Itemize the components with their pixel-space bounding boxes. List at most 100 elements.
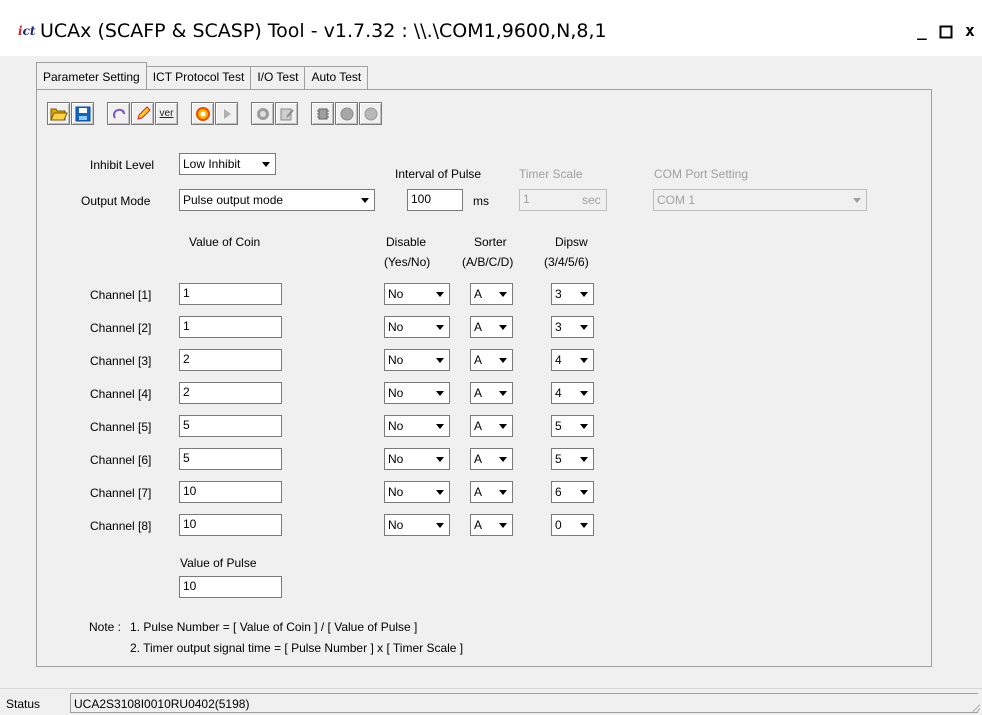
chevron-down-icon[interactable] (257, 155, 274, 173)
chevron-down-icon[interactable] (431, 384, 448, 402)
coin-value-input[interactable]: 2 (179, 382, 282, 404)
coin-value-input[interactable]: 10 (179, 481, 282, 503)
disable-select[interactable]: No (384, 283, 450, 305)
dipsw-select[interactable]: 3 (551, 316, 594, 338)
stop-button[interactable] (251, 102, 274, 125)
dipsw-select[interactable]: 5 (551, 448, 594, 470)
chevron-down-icon[interactable] (494, 285, 511, 303)
inhibit-level-select[interactable]: Low Inhibit (179, 153, 276, 175)
chevron-down-icon[interactable] (494, 318, 511, 336)
minimize-button[interactable]: _ (910, 22, 934, 42)
coin-value-input[interactable]: 2 (179, 349, 282, 371)
write-button[interactable] (275, 102, 298, 125)
inhibit-level-label: Inhibit Level (90, 158, 155, 172)
dipsw-value: 5 (555, 452, 562, 466)
sorter-value: A (474, 518, 483, 532)
maximize-icon (939, 25, 953, 39)
sorter-value: A (474, 320, 483, 334)
chevron-down-icon[interactable] (494, 516, 511, 534)
dipsw-select[interactable]: 6 (551, 481, 594, 503)
sorter-select[interactable]: A (470, 514, 513, 536)
tab-io-test[interactable]: I/O Test (251, 66, 306, 89)
dipsw-select[interactable]: 4 (551, 382, 594, 404)
com-port-select: COM 1 (653, 189, 867, 211)
sorter-select[interactable]: A (470, 382, 513, 404)
chevron-down-icon[interactable] (575, 318, 592, 336)
dipsw-value: 3 (555, 287, 562, 301)
chevron-down-icon[interactable] (494, 384, 511, 402)
reset-icon (112, 108, 125, 119)
value-of-pulse-input[interactable]: 10 (179, 576, 282, 598)
disable-select[interactable]: No (384, 415, 450, 437)
save-disk-icon (75, 106, 90, 121)
chevron-down-icon[interactable] (575, 351, 592, 369)
record-disabled-button[interactable] (359, 102, 382, 125)
play-button[interactable] (215, 102, 238, 125)
tab-auto-test[interactable]: Auto Test (305, 66, 369, 89)
disable-select[interactable]: No (384, 349, 450, 371)
coin-value-input[interactable]: 1 (179, 283, 282, 305)
coin-value-input[interactable]: 5 (179, 448, 282, 470)
open-button[interactable] (47, 102, 70, 125)
chevron-down-icon[interactable] (575, 285, 592, 303)
settings-button[interactable] (191, 102, 214, 125)
resize-grip-icon[interactable] (970, 703, 980, 713)
play-icon (223, 108, 231, 119)
chevron-down-icon[interactable] (356, 191, 373, 209)
sorter-select[interactable]: A (470, 415, 513, 437)
sorter-select[interactable]: A (470, 349, 513, 371)
dipsw-select[interactable]: 5 (551, 415, 594, 437)
chevron-down-icon[interactable] (431, 417, 448, 435)
chevron-down-icon[interactable] (575, 483, 592, 501)
dipsw-select[interactable]: 4 (551, 349, 594, 371)
chevron-down-icon[interactable] (494, 417, 511, 435)
disable-subheader: (Yes/No) (384, 255, 431, 269)
sorter-select[interactable]: A (470, 448, 513, 470)
disable-select[interactable]: No (384, 481, 450, 503)
tab-ict-protocol-test[interactable]: ICT Protocol Test (146, 66, 252, 89)
chevron-down-icon[interactable] (494, 351, 511, 369)
dipsw-select[interactable]: 0 (551, 514, 594, 536)
coin-value-input[interactable]: 10 (179, 514, 282, 536)
chevron-down-icon[interactable] (494, 483, 511, 501)
chevron-down-icon[interactable] (431, 450, 448, 468)
close-button[interactable]: x (958, 22, 982, 42)
chevron-down-icon[interactable] (494, 450, 511, 468)
tab-parameter-setting[interactable]: Parameter Setting (36, 62, 147, 89)
chevron-down-icon[interactable] (575, 384, 592, 402)
sorter-select[interactable]: A (470, 283, 513, 305)
coin-value-input[interactable]: 5 (179, 415, 282, 437)
coin-value-input[interactable]: 1 (179, 316, 282, 338)
sorter-select[interactable]: A (470, 316, 513, 338)
disable-select[interactable]: No (384, 382, 450, 404)
title-bar[interactable]: ict UCAx (SCAFP & SCASP) Tool - v1.7.32 … (0, 0, 982, 56)
chevron-down-icon[interactable] (575, 516, 592, 534)
dipsw-value: 3 (555, 320, 562, 334)
dipsw-select[interactable]: 3 (551, 283, 594, 305)
disable-select[interactable]: No (384, 514, 450, 536)
chevron-down-icon[interactable] (575, 417, 592, 435)
dipsw-value: 0 (555, 518, 562, 532)
chevron-down-icon[interactable] (431, 351, 448, 369)
chevron-down-icon[interactable] (431, 516, 448, 534)
chevron-down-icon[interactable] (431, 318, 448, 336)
sorter-select[interactable]: A (470, 481, 513, 503)
disable-value: No (388, 320, 404, 334)
disable-select[interactable]: No (384, 316, 450, 338)
maximize-button[interactable] (934, 22, 958, 42)
record-button[interactable] (335, 102, 358, 125)
chevron-down-icon[interactable] (431, 285, 448, 303)
interval-of-pulse-input[interactable]: 100 (407, 189, 463, 211)
reset-button[interactable] (107, 102, 130, 125)
version-button[interactable]: ver (155, 102, 178, 125)
chevron-down-icon[interactable] (431, 483, 448, 501)
note-prefix: Note : (89, 620, 122, 634)
tab-strip: Parameter Setting ICT Protocol Test I/O … (36, 62, 369, 89)
save-button[interactable] (71, 102, 94, 125)
disable-value: No (388, 353, 404, 367)
edit-button[interactable] (131, 102, 154, 125)
output-mode-select[interactable]: Pulse output mode (179, 189, 375, 211)
disable-select[interactable]: No (384, 448, 450, 470)
chevron-down-icon[interactable] (575, 450, 592, 468)
chip-button[interactable] (311, 102, 334, 125)
